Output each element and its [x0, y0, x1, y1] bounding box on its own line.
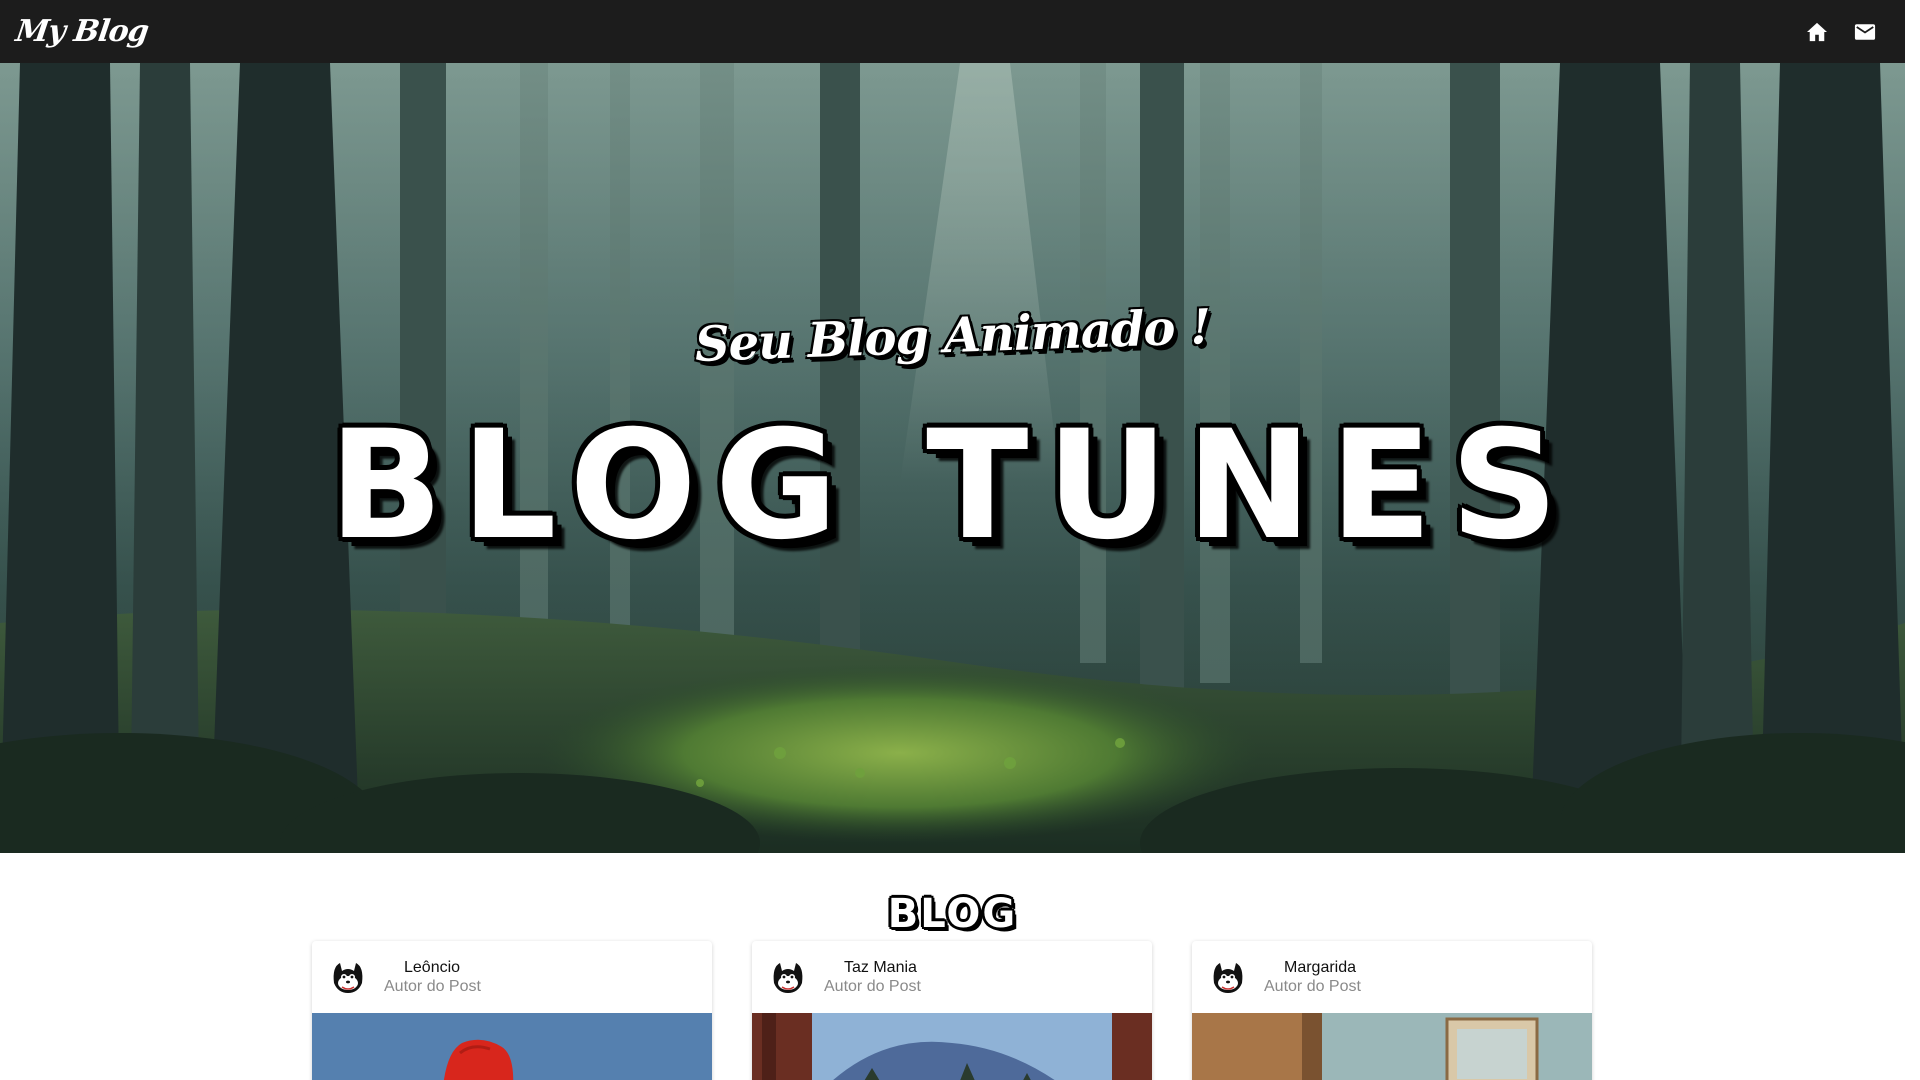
blog-section: BLOG Leôncio Autor do Post Taz Mania Aut…: [0, 853, 1905, 1080]
mail-icon: [1854, 23, 1876, 40]
author-name: Margarida: [1284, 959, 1357, 976]
blog-card-list: Leôncio Autor do Post Taz Mania Autor do…: [312, 941, 1592, 1080]
hero-title: BLOG TUNES: [328, 399, 1577, 573]
brand-logo[interactable]: My Blog: [14, 14, 151, 49]
mail-button[interactable]: [1851, 18, 1879, 46]
nav-actions: [1803, 18, 1889, 46]
page: My Blog Seu Blog Animado ! BLOG TUNES BL…: [0, 0, 1905, 1080]
card-header: Taz Mania Autor do Post: [752, 941, 1152, 1013]
home-icon: [1807, 22, 1827, 41]
blog-card[interactable]: Taz Mania Autor do Post: [752, 941, 1152, 1080]
author-name: Leôncio: [404, 959, 461, 976]
author-block: Leôncio Autor do Post: [384, 958, 481, 996]
author-block: Taz Mania Autor do Post: [824, 958, 921, 996]
blog-section-title: BLOG: [887, 891, 1018, 937]
author-block: Margarida Autor do Post: [1264, 958, 1361, 996]
author-name: Taz Mania: [844, 959, 917, 976]
post-image: [1192, 1013, 1592, 1080]
card-header: Margarida Autor do Post: [1192, 941, 1592, 1013]
post-image: [312, 1013, 712, 1080]
blog-card[interactable]: Leôncio Autor do Post: [312, 941, 712, 1080]
top-navbar: My Blog: [0, 0, 1905, 63]
avatar: [768, 957, 808, 997]
blog-card[interactable]: Margarida Autor do Post: [1192, 941, 1592, 1080]
author-role: Autor do Post: [384, 978, 481, 995]
home-button[interactable]: [1803, 18, 1831, 46]
post-image: [752, 1013, 1152, 1080]
avatar: [328, 957, 368, 997]
hero-banner: Seu Blog Animado ! BLOG TUNES: [0, 63, 1905, 853]
author-role: Autor do Post: [824, 978, 921, 995]
avatar: [1208, 957, 1248, 997]
author-role: Autor do Post: [1264, 978, 1361, 995]
card-header: Leôncio Autor do Post: [312, 941, 712, 1013]
